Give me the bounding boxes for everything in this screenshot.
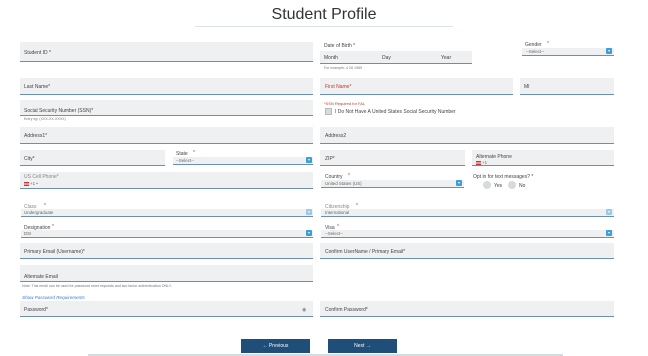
dob-day[interactable]: Day	[382, 55, 391, 61]
gender-value: --Select--	[526, 49, 545, 54]
class-select[interactable]	[21, 209, 313, 217]
ssn-label: Social Security Number (SSN)*	[24, 108, 94, 114]
ssn-required-note: *SSN Required for FAL	[324, 101, 366, 106]
state-required: *	[193, 150, 195, 156]
next-button[interactable]: Next →	[328, 339, 397, 353]
alternate-phone-value[interactable]: +1	[476, 160, 487, 165]
us-cell-phone-label: US Cell Phone*	[24, 174, 59, 180]
class-value: Undergraduate	[24, 210, 54, 215]
title-divider	[195, 26, 453, 27]
citizenship-chevron-down-icon[interactable]	[606, 209, 612, 215]
alternate-email-note: Note: This email can be used for passwor…	[22, 284, 172, 288]
opt-in-no-radio[interactable]	[508, 181, 516, 189]
us-cell-phone-value[interactable]: +1 •	[24, 181, 38, 186]
show-password-requirements-link[interactable]: Show Password Requirements	[22, 295, 85, 300]
state-value: --Select--	[176, 158, 195, 163]
us-flag-icon-cell	[24, 182, 29, 186]
country-required: *	[348, 173, 350, 179]
zip-field[interactable]	[320, 150, 465, 166]
country-value: United States (US)	[325, 181, 362, 186]
visa-select[interactable]	[321, 230, 614, 238]
alternate-phone-code: +1	[482, 160, 488, 165]
visa-value: --Select--	[325, 231, 344, 236]
state-chevron-down-icon[interactable]	[306, 157, 312, 163]
no-ssn-label: I Do Not Have A United States Social Sec…	[335, 109, 456, 115]
no-ssn-checkbox[interactable]	[325, 108, 332, 115]
us-cell-phone-field[interactable]	[20, 172, 313, 189]
designation-value: DSI	[24, 231, 32, 236]
address2-field[interactable]	[320, 127, 614, 144]
class-chevron-down-icon[interactable]	[306, 209, 312, 215]
us-flag-icon	[476, 161, 481, 165]
alternate-email-label: Alternate Email	[24, 274, 58, 280]
opt-in-yes-radio[interactable]	[483, 181, 491, 189]
page-title: Student Profile	[271, 6, 377, 23]
show-password-eye-icon[interactable]: ◉	[302, 307, 306, 313]
address2-label: Address2	[325, 133, 347, 139]
primary-email-label: Primary Email (Username)*	[24, 249, 85, 255]
ssn-format: Entry eg: (XXX-XX-XXXX)	[24, 117, 66, 121]
last-name-label: Last Name*	[24, 84, 51, 90]
city-field[interactable]	[20, 150, 165, 166]
opt-in-no-label: No	[519, 183, 526, 189]
designation-chevron-down-icon[interactable]	[306, 230, 312, 236]
first-name-label: First Name*	[325, 84, 352, 90]
dob-label: Date of Birth *	[324, 43, 356, 49]
dob-example: For example: 4 28 1989	[324, 66, 362, 70]
last-name-field[interactable]	[20, 78, 313, 95]
student-id-label: Student ID *	[24, 50, 51, 56]
gender-required: *	[547, 41, 549, 47]
address1-field[interactable]	[20, 127, 313, 144]
zip-label: ZIP*	[325, 156, 335, 162]
opt-in-label: Opt in for text messages? *	[473, 174, 534, 180]
student-id-field[interactable]	[20, 42, 313, 62]
confirm-password-label: Confirm Password*	[325, 307, 368, 313]
previous-button[interactable]: ← Previous	[241, 339, 310, 353]
us-cell-phone-code: +1 •	[30, 181, 38, 186]
password-label: Password*	[24, 307, 48, 313]
dob-month[interactable]: Month	[324, 55, 338, 61]
citizenship-select[interactable]	[321, 209, 614, 217]
dob-year[interactable]: Year	[441, 55, 451, 61]
address1-label: Address1*	[24, 133, 48, 139]
password-field[interactable]	[20, 301, 313, 317]
confirm-email-label: Confirm UserName / Primary Email*	[325, 249, 406, 255]
city-label: City*	[24, 156, 35, 162]
mi-label: MI	[524, 84, 530, 90]
alternate-email-field[interactable]	[20, 265, 313, 282]
mi-field[interactable]	[520, 78, 614, 95]
citizenship-value: International	[325, 210, 350, 215]
designation-select[interactable]	[21, 230, 313, 238]
visa-chevron-down-icon[interactable]	[606, 230, 612, 236]
opt-in-yes-label: Yes	[494, 183, 503, 189]
country-chevron-down-icon[interactable]	[456, 180, 462, 186]
gender-chevron-down-icon[interactable]	[606, 48, 612, 54]
